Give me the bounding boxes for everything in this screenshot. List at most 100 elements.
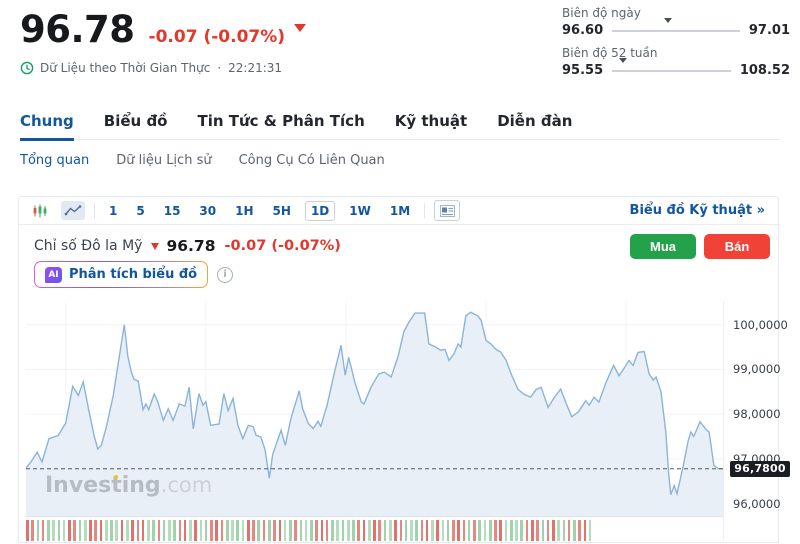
investing-watermark: Investing.com [45, 473, 212, 498]
volume-bar [257, 520, 260, 541]
volume-bar [510, 520, 513, 541]
info-icon[interactable]: i [217, 267, 233, 283]
quote-dropdown-arrow-icon[interactable] [294, 24, 306, 32]
day-range-high: 97.01 [749, 23, 790, 38]
clock-icon [20, 61, 34, 75]
ai-badge-icon: AI [45, 267, 62, 283]
tab-tin-tuc[interactable]: Tin Tức & Phân Tích [198, 106, 365, 139]
ai-analysis-row: AI Phân tích biểu đồ i [34, 261, 233, 288]
volume-bar [142, 520, 145, 541]
volume-bar [184, 520, 187, 541]
quote-time: 22:21:31 [228, 61, 282, 75]
volume-bar [215, 520, 218, 541]
volume-bar [468, 520, 471, 541]
tab-chung[interactable]: Chung [20, 106, 74, 141]
week52-range-slider: 95.55 108.52 [562, 63, 790, 78]
volume-bar [268, 520, 271, 541]
volume-bar [331, 520, 334, 541]
volume-bar [563, 520, 566, 541]
volume-bar [315, 520, 318, 541]
volume-bar [310, 520, 313, 541]
tab-dien-dan[interactable]: Diễn đàn [497, 106, 572, 139]
volume-bar [231, 520, 234, 541]
ai-analysis-button[interactable]: AI Phân tích biểu đồ [34, 261, 208, 288]
volume-bar [578, 520, 581, 541]
y-axis-label: 98,0000 [733, 407, 797, 421]
timeframe-1[interactable]: 1 [104, 202, 122, 220]
volume-bar [31, 520, 34, 541]
quote-block: 96.78 -0.07 (-0.07%) [20, 8, 306, 51]
volume-bar [400, 520, 403, 541]
separator-dot: · [217, 61, 221, 75]
toolbar-divider [424, 203, 425, 219]
volume-bar [179, 520, 182, 541]
volume-bar [505, 520, 508, 541]
timeframe-1w[interactable]: 1W [344, 202, 376, 220]
volume-bar [573, 520, 576, 541]
toolbar-divider [94, 203, 95, 219]
subnav-du-lieu-lich-su[interactable]: Dữ liệu Lịch sử [116, 153, 211, 168]
volume-bar [300, 520, 303, 541]
timeframe-30[interactable]: 30 [194, 202, 221, 220]
week52-range-high: 108.52 [740, 63, 790, 78]
subnav-tong-quan[interactable]: Tổng quan [20, 153, 89, 168]
tab-bieu-do[interactable]: Biểu đồ [104, 106, 168, 139]
instrument-overview-page: 96.78 -0.07 (-0.07%) Dữ Liệu theo Thời G… [0, 0, 800, 544]
technical-chart-link[interactable]: Biểu đồ Kỹ thuật » [630, 203, 765, 218]
volume-bar [100, 520, 103, 541]
line-chart-icon[interactable] [61, 201, 85, 220]
volume-bar [321, 520, 324, 541]
volume-bar [58, 520, 61, 541]
volume-bar [463, 520, 466, 541]
timeframe-1m[interactable]: 1M [385, 202, 415, 220]
ai-analysis-label: Phân tích biểu đồ [69, 267, 197, 282]
timeframe-1h[interactable]: 1H [230, 202, 258, 220]
realtime-label: Dữ Liệu theo Thời Gian Thực [40, 61, 210, 75]
volume-bar [189, 520, 192, 541]
buy-button[interactable]: Mua [630, 234, 696, 259]
volume-bar [342, 520, 345, 541]
volume-bar [547, 520, 550, 541]
volume-bar [68, 520, 71, 541]
volume-bar [394, 520, 397, 541]
news-panel-icon[interactable] [434, 200, 460, 221]
sell-button[interactable]: Bán [704, 234, 770, 259]
volume-bar [426, 520, 429, 541]
volume-bar [526, 520, 529, 541]
timeframe-5h[interactable]: 5H [268, 202, 296, 220]
volume-bar [584, 520, 587, 541]
timeframe-5[interactable]: 5 [131, 202, 149, 220]
volume-bar [415, 520, 418, 541]
volume-bar [37, 520, 40, 541]
subnav-cong-cu[interactable]: Công Cụ Có Liên Quan [239, 153, 385, 168]
volume-bar [94, 520, 97, 541]
volume-bar [326, 520, 329, 541]
instrument-name: Chỉ số Đô la Mỹ [34, 238, 142, 254]
volume-bar [226, 520, 229, 541]
chart-change: -0.07 (-0.07%) [224, 238, 340, 254]
volume-bar [294, 520, 297, 541]
volume-bar [410, 520, 413, 541]
volume-bar [147, 520, 150, 541]
chart-toolbar: 1 5 15 30 1H 5H 1D 1W 1M Biểu đồ Kỹ [19, 197, 778, 225]
volume-bar [457, 520, 460, 541]
timeframe-1d[interactable]: 1D [305, 201, 335, 221]
volume-bar [452, 520, 455, 541]
volume-bar [494, 520, 497, 541]
timeframe-15[interactable]: 15 [159, 202, 186, 220]
volume-bar [173, 520, 176, 541]
volume-bar [205, 520, 208, 541]
volume-bar [84, 520, 87, 541]
tab-ky-thuat[interactable]: Kỹ thuật [395, 106, 467, 139]
volume-bar [336, 520, 339, 541]
week52-range-track [612, 70, 731, 72]
candlestick-chart-icon[interactable] [28, 201, 52, 220]
volume-bar [252, 520, 255, 541]
volume-bar [284, 520, 287, 541]
volume-bar [263, 520, 266, 541]
volume-bar [373, 520, 376, 541]
volume-bar [568, 520, 571, 541]
volume-bar [384, 520, 387, 541]
volume-bar [137, 520, 140, 541]
volume-bar [42, 520, 45, 541]
